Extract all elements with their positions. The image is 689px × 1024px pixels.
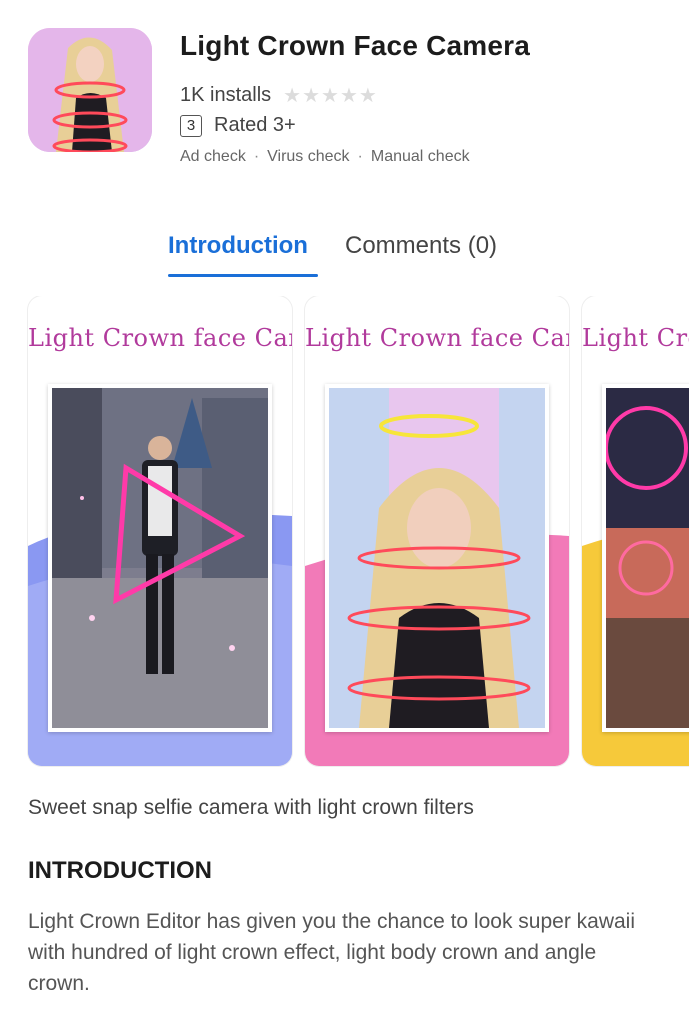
ad-check-label: Ad check xyxy=(180,148,246,165)
screenshot-title: Light Crown face Camera xyxy=(28,324,292,352)
screenshot-photo xyxy=(48,384,272,732)
installs-row: 1K installs ★★★★★ xyxy=(180,83,378,108)
separator-dot: · xyxy=(253,148,260,165)
screenshot-carousel[interactable]: Light Crown face Camera xyxy=(0,296,689,768)
app-icon xyxy=(28,28,152,152)
manual-check-label: Manual check xyxy=(370,148,470,165)
screenshot-card[interactable]: Light Crown face Camera xyxy=(28,296,292,766)
app-title: Light Crown Face Camera xyxy=(180,30,531,61)
screenshot-title: Light Crown face Camera xyxy=(305,324,569,352)
screenshot-card[interactable]: Light Crown face Camera xyxy=(305,296,569,766)
tab-introduction[interactable]: Introduction xyxy=(168,232,308,260)
age-rating-badge: 3 xyxy=(180,114,202,137)
age-rating-text: Rated 3+ xyxy=(214,114,296,136)
app-icon-graphic xyxy=(28,28,152,152)
portrait-photo-graphic xyxy=(329,388,545,728)
app-short-description: Sweet snap selfie camera with light crow… xyxy=(28,796,474,819)
separator-dot: · xyxy=(357,148,363,165)
installs-count: 1K installs xyxy=(180,84,272,106)
tab-bar: Introduction Comments (0) xyxy=(0,232,689,280)
tab-comments[interactable]: Comments (0) xyxy=(345,232,497,260)
introduction-body: Light Crown Editor has given you the cha… xyxy=(28,910,636,995)
introduction-heading: INTRODUCTION xyxy=(28,857,212,884)
rating-stars: ★★★★★ xyxy=(283,85,378,107)
screenshot-photo xyxy=(325,384,549,732)
age-rating-row: 3 Rated 3+ xyxy=(180,114,296,137)
screenshot-card[interactable]: Light Crown face Camera xyxy=(582,296,689,766)
screenshot-photo xyxy=(602,384,689,732)
sunset-photo-graphic xyxy=(606,388,689,728)
virus-check-label: Virus check xyxy=(267,148,350,165)
security-checks: Ad check · Virus check · Manual check xyxy=(180,148,470,166)
active-tab-indicator xyxy=(168,274,318,277)
screenshot-title: Light Crown face Camera xyxy=(582,324,689,352)
street-photo-graphic xyxy=(52,388,268,728)
